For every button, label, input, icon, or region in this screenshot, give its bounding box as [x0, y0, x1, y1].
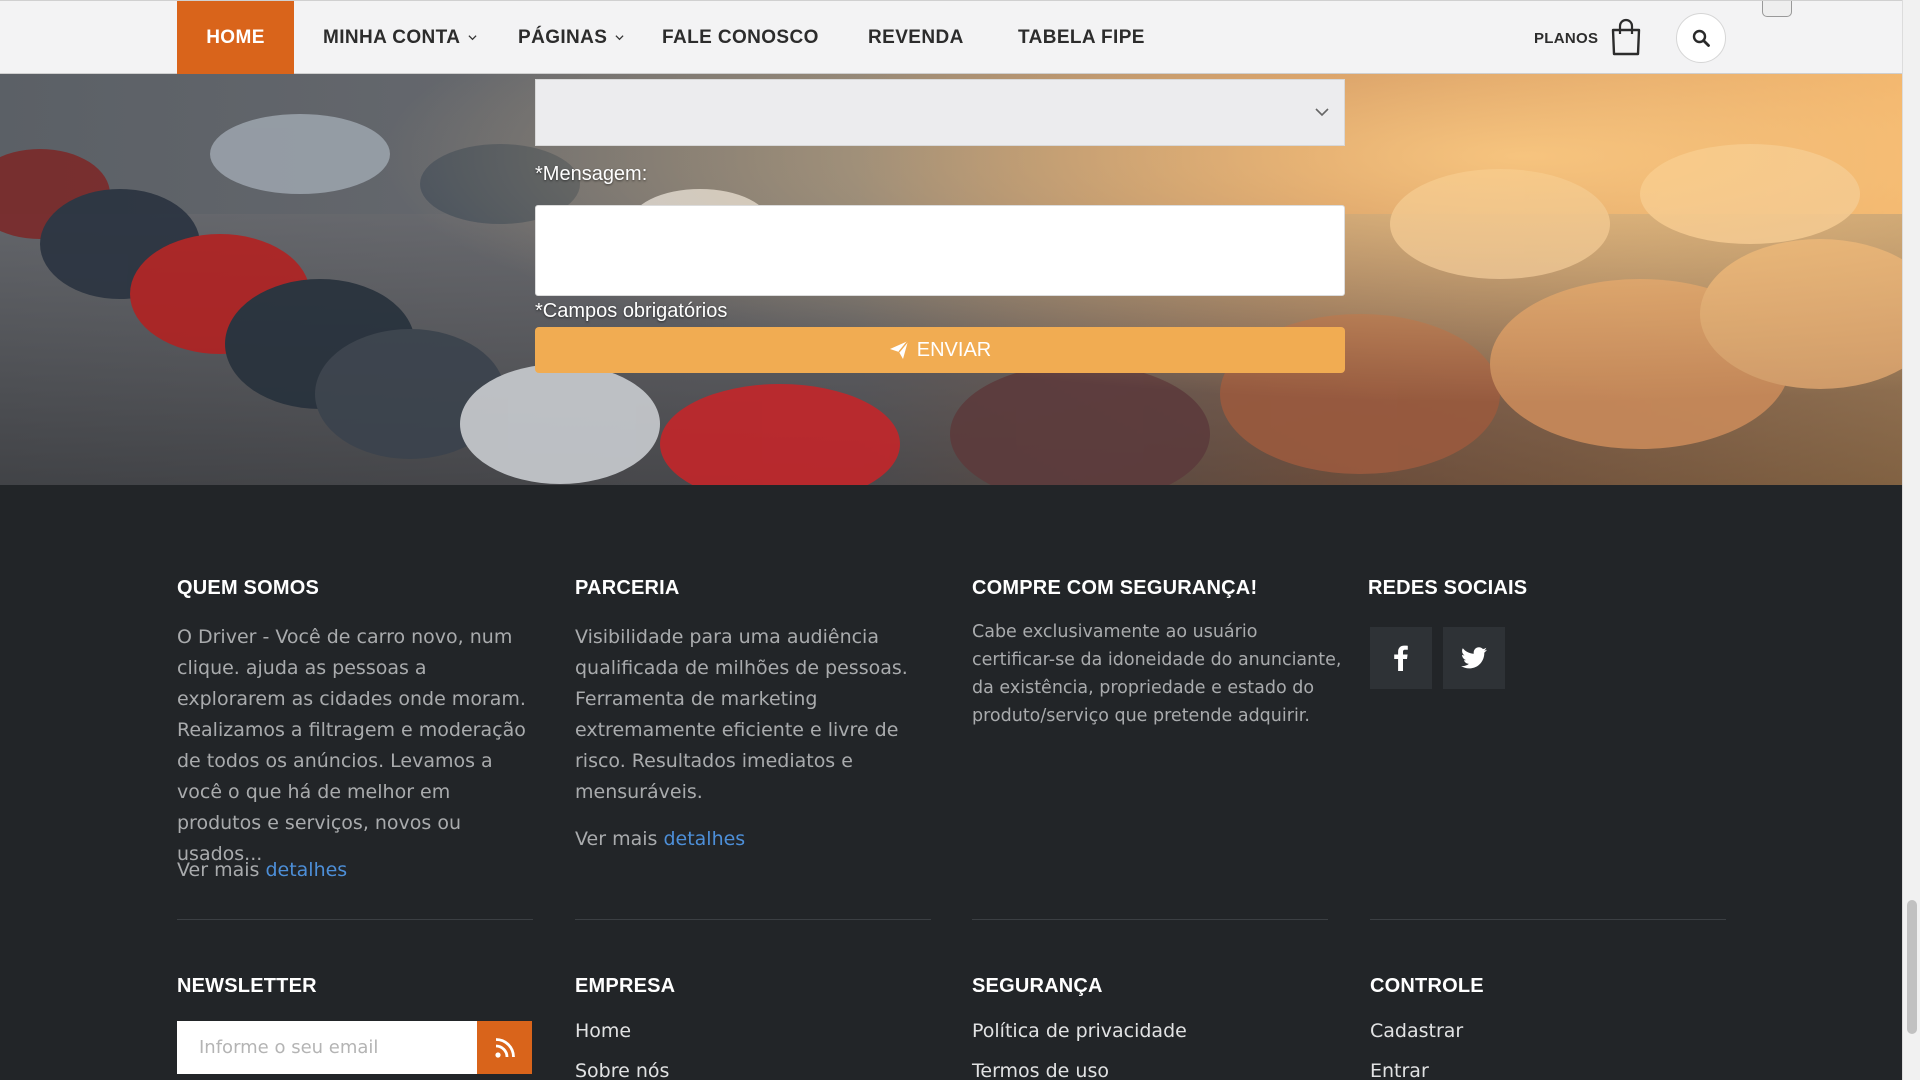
- parceria-more-prefix: Ver mais: [575, 828, 658, 850]
- compre-seguranca-text: Cabe exclusivamente ao usuário certifica…: [972, 622, 1342, 726]
- parceria-title: PARCERIA: [575, 577, 680, 599]
- parceria-text: Visibilidade para uma audiência qualific…: [575, 626, 908, 803]
- empresa-title: EMPRESA: [575, 975, 676, 997]
- chevron-down-icon: [1315, 108, 1329, 117]
- nav-tabela-fipe[interactable]: TABELA FIPE: [1018, 1, 1145, 74]
- planos-link[interactable]: PLANOS: [1534, 1, 1598, 75]
- planos-label: PLANOS: [1534, 29, 1599, 47]
- parceria-details-link[interactable]: detalhes: [663, 828, 745, 850]
- nav-revenda-label: REVENDA: [868, 26, 964, 48]
- required-fields-note: *Campos obrigatórios: [535, 300, 728, 322]
- footer-divider: [575, 919, 931, 920]
- footer-link-home[interactable]: Home: [575, 1020, 631, 1042]
- message-textarea[interactable]: [535, 205, 1345, 296]
- footer-link-cadastrar[interactable]: Cadastrar: [1370, 1020, 1463, 1042]
- twitter-button[interactable]: [1443, 627, 1505, 689]
- send-button[interactable]: ENVIAR: [535, 327, 1345, 373]
- message-label: *Mensagem:: [535, 163, 648, 185]
- window-resize-handle[interactable]: [1762, 1, 1792, 17]
- footer-link-termos[interactable]: Termos de uso: [972, 1060, 1109, 1080]
- site-footer: QUEM SOMOS O Driver - Você de carro novo…: [0, 485, 1902, 1080]
- search-icon: [1692, 29, 1710, 47]
- nav-tabela-fipe-label: TABELA FIPE: [1018, 26, 1145, 48]
- scrollbar-thumb[interactable]: [1907, 900, 1917, 1034]
- facebook-icon: [1394, 645, 1408, 671]
- nav-home[interactable]: HOME: [177, 1, 294, 74]
- footer-divider: [1370, 919, 1726, 920]
- nav-home-label: HOME: [206, 26, 265, 48]
- footer-divider: [972, 919, 1328, 920]
- footer-divider: [177, 919, 533, 920]
- newsletter-title: NEWSLETTER: [177, 975, 317, 997]
- footer-link-sobre-nos[interactable]: Sobre nós: [575, 1060, 669, 1080]
- facebook-button[interactable]: [1370, 627, 1432, 689]
- nav-minha-conta-label: MINHA CONTA: [323, 26, 461, 48]
- chevron-down-icon: [468, 35, 477, 41]
- twitter-icon: [1461, 647, 1487, 669]
- nav-fale-conosco[interactable]: FALE CONOSCO: [662, 1, 819, 74]
- quem-somos-more: Ver mais detalhes: [177, 859, 347, 881]
- redes-sociais-title: REDES SOCIAIS: [1368, 577, 1528, 599]
- paper-plane-icon: [889, 340, 909, 359]
- nav-revenda[interactable]: REVENDA: [868, 1, 964, 74]
- quem-somos-text: O Driver - Você de carro novo, num cliqu…: [177, 626, 526, 865]
- nav-paginas-label: PÁGINAS: [518, 26, 608, 48]
- quem-somos-details-link[interactable]: detalhes: [265, 859, 347, 881]
- footer-link-privacidade[interactable]: Política de privacidade: [972, 1020, 1187, 1042]
- quem-somos-title: QUEM SOMOS: [177, 577, 320, 599]
- compre-seguranca-title: COMPRE COM SEGURANÇA!: [972, 577, 1258, 599]
- footer-link-entrar[interactable]: Entrar: [1370, 1060, 1429, 1080]
- newsletter-email-input[interactable]: [177, 1021, 477, 1074]
- nav-minha-conta[interactable]: MINHA CONTA: [323, 1, 477, 74]
- contact-hero: *Mensagem: *Campos obrigatórios ENVIAR: [0, 74, 1902, 485]
- page-scrollbar[interactable]: [1902, 0, 1920, 1080]
- rss-icon: [494, 1037, 515, 1058]
- controle-title: CONTROLE: [1370, 975, 1484, 997]
- send-button-label: ENVIAR: [916, 338, 992, 361]
- chevron-down-icon: [615, 35, 624, 41]
- search-button[interactable]: [1676, 13, 1726, 63]
- top-navbar: HOME MINHA CONTA PÁGINAS FALE CONOSCO RE…: [0, 0, 1902, 74]
- shopping-bag-icon[interactable]: [1610, 18, 1642, 56]
- parceria-more: Ver mais detalhes: [575, 828, 745, 850]
- newsletter-subscribe-button[interactable]: [477, 1021, 532, 1074]
- nav-paginas[interactable]: PÁGINAS: [518, 1, 624, 74]
- quem-somos-more-prefix: Ver mais: [177, 859, 260, 881]
- subject-select[interactable]: [535, 79, 1345, 146]
- nav-fale-conosco-label: FALE CONOSCO: [662, 26, 819, 48]
- seguranca-title: SEGURANÇA: [972, 975, 1103, 997]
